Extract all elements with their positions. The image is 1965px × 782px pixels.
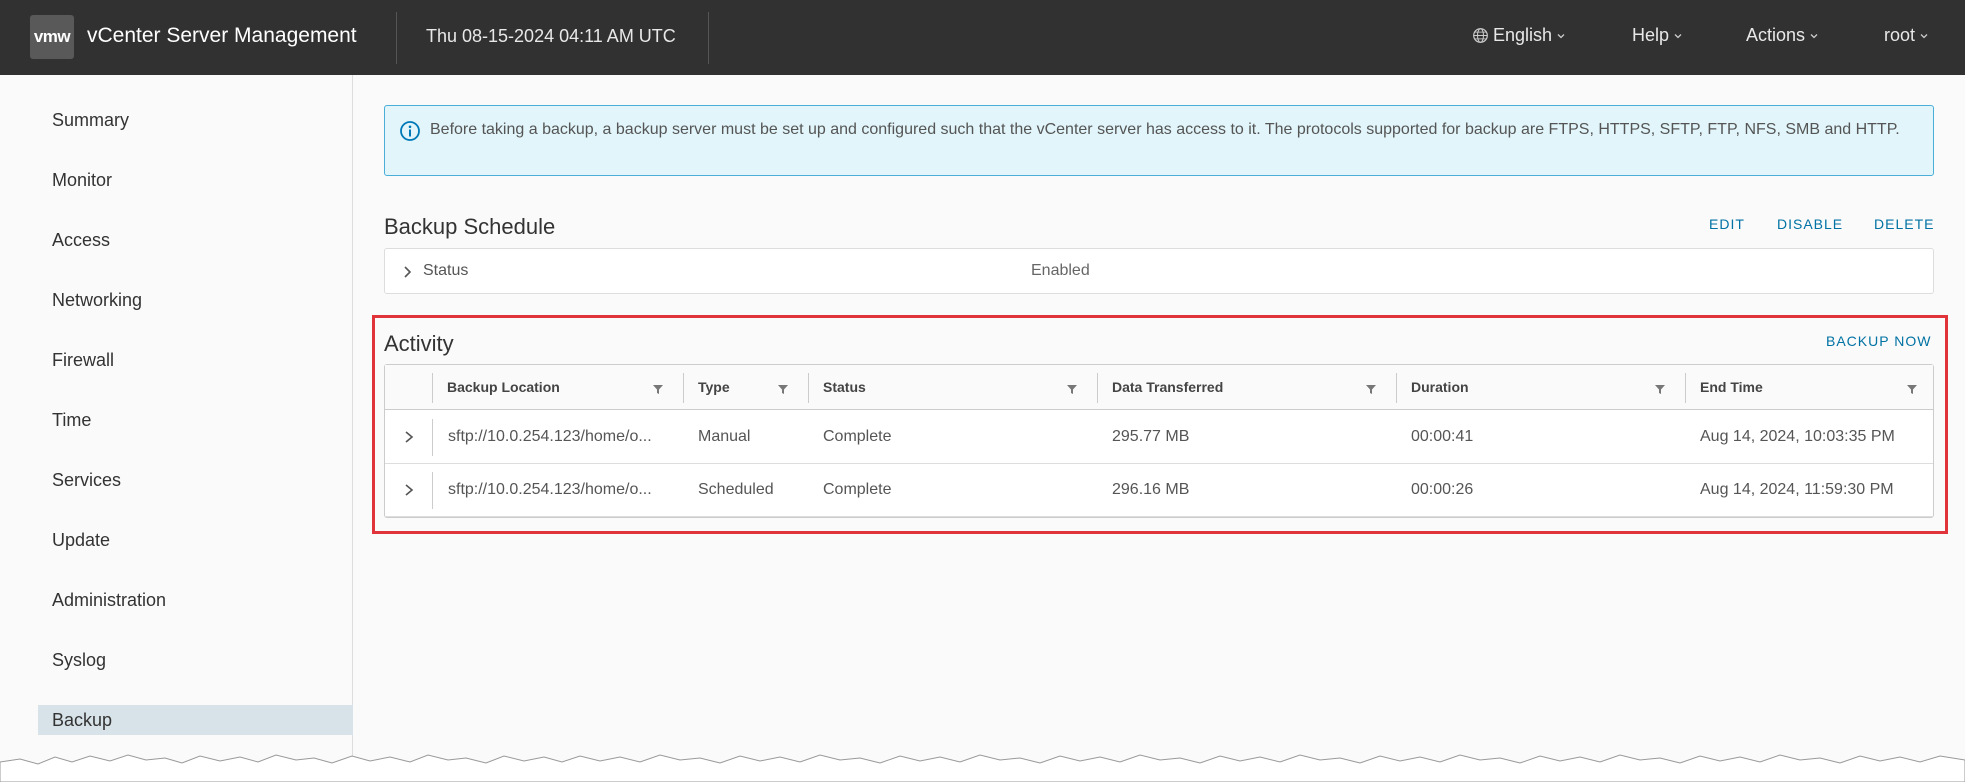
vmware-logo[interactable]: vmw [30,15,74,59]
user-label: root [1884,25,1916,45]
chevron-right-icon[interactable] [403,482,415,498]
help-label: Help [1632,25,1670,45]
row-divider [432,472,433,509]
sidebar-item-summary[interactable]: Summary [38,105,353,135]
cell-backup-location: sftp://10.0.254.123/home/o... [448,428,652,445]
filter-icon[interactable] [1906,383,1918,395]
info-text: Before taking a backup, a backup server … [430,121,1900,138]
info-alert: Before taking a backup, a backup server … [384,105,1934,176]
header-datetime: Thu 08-15-2024 04:11 AM UTC [426,26,676,46]
edit-button[interactable]: EDIT [1709,216,1745,232]
column-header-status[interactable]: Status [809,365,1097,410]
cell-data-transferred: 295.77 MB [1112,428,1190,445]
sidebar-item-administration[interactable]: Administration [38,585,353,615]
cell-duration: 00:00:26 [1411,481,1474,498]
cell-status: Complete [823,428,892,445]
torn-edge-decoration [0,754,1965,782]
backup-now-button[interactable]: BACKUP NOW [1826,333,1931,349]
cell-end-time: Aug 14, 2024, 10:03:35 PM [1700,428,1895,445]
chevron-down-icon [1674,33,1682,38]
cell-data-transferred: 296.16 MB [1112,481,1190,498]
activity-title: Activity [384,331,454,356]
sidebar-item-time[interactable]: Time [38,405,353,435]
cell-type: Manual [698,428,751,445]
chevron-down-icon [1557,33,1565,38]
table-row: sftp://10.0.254.123/home/o... Manual Com… [385,411,1933,464]
backup-schedule-title: Backup Schedule [384,214,556,239]
status-value: Enabled [1031,262,1090,279]
sidebar: Summary Monitor Access Networking Firewa… [0,75,353,782]
column-header-type[interactable]: Type [684,365,808,410]
header-divider [708,12,709,64]
sidebar-item-update[interactable]: Update [38,525,353,555]
sidebar-item-syslog[interactable]: Syslog [38,645,353,675]
cell-end-time: Aug 14, 2024, 11:59:30 PM [1700,481,1894,498]
actions-menu[interactable]: Actions [1746,25,1819,46]
language-label: English [1493,25,1553,45]
schedule-status-row: Status Enabled [384,248,1934,294]
table-header: Backup Location Type Status Data Transfe… [385,365,1933,410]
app-title: vCenter Server Management [87,24,357,47]
sidebar-item-firewall[interactable]: Firewall [38,345,353,375]
filter-icon[interactable] [1365,383,1377,395]
cell-type: Scheduled [698,481,774,498]
chevron-down-icon [1810,33,1818,38]
globe-icon [1473,28,1488,43]
column-header-data-transferred[interactable]: Data Transferred [1098,365,1396,410]
filter-icon[interactable] [652,383,664,395]
filter-icon[interactable] [1654,383,1666,395]
column-header-duration[interactable]: Duration [1397,365,1685,410]
chevron-right-icon[interactable] [401,265,413,279]
disable-button[interactable]: DISABLE [1777,216,1843,232]
actions-label: Actions [1746,25,1806,45]
sidebar-item-monitor[interactable]: Monitor [38,165,353,195]
activity-table: Backup Location Type Status Data Transfe… [384,364,1934,518]
help-menu[interactable]: Help [1632,25,1683,46]
column-header-end-time[interactable]: End Time [1686,365,1933,410]
header-divider [396,12,397,64]
row-divider [432,419,433,456]
delete-button[interactable]: DELETE [1874,216,1934,232]
filter-icon[interactable] [1066,383,1078,395]
cell-backup-location: sftp://10.0.254.123/home/o... [448,481,652,498]
status-label: Status [423,262,469,279]
sidebar-item-access[interactable]: Access [38,225,353,255]
chevron-right-icon[interactable] [403,429,415,445]
sidebar-item-services[interactable]: Services [38,465,353,495]
sidebar-item-backup[interactable]: Backup [38,705,353,735]
user-menu[interactable]: root [1884,25,1929,46]
language-menu[interactable]: English [1472,25,1566,46]
cell-status: Complete [823,481,892,498]
filter-icon[interactable] [777,383,789,395]
sidebar-item-networking[interactable]: Networking [38,285,353,315]
info-circle-icon [400,121,420,141]
top-header: vmw vCenter Server Management Thu 08-15-… [0,0,1965,75]
column-header-backup-location[interactable]: Backup Location [433,365,683,410]
table-row: sftp://10.0.254.123/home/o... Scheduled … [385,464,1933,517]
chevron-down-icon [1920,33,1928,38]
cell-duration: 00:00:41 [1411,428,1474,445]
